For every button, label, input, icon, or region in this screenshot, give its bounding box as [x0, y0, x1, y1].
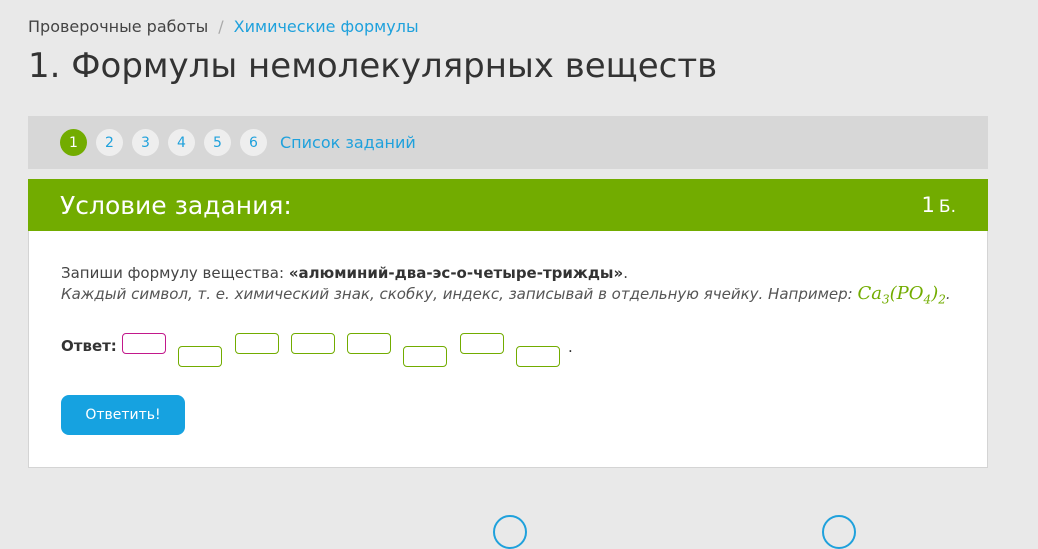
task-points-unit: Б. — [938, 197, 956, 217]
hint-text: Каждый символ, т. е. химический знак, ск… — [61, 285, 858, 303]
circle-icon-left[interactable] — [493, 515, 527, 549]
task-number-3[interactable]: 3 — [132, 129, 159, 156]
submit-answer-button[interactable]: Ответить! — [61, 395, 185, 435]
instruction-suffix: . — [623, 264, 628, 282]
formula-open-paren: ( — [889, 283, 897, 304]
instruction-prefix: Запиши формулу вещества: — [61, 264, 289, 282]
task-points: 1 Б. — [922, 193, 956, 217]
circle-icon-right[interactable] — [822, 515, 856, 549]
answer-cell-6-subscript[interactable] — [403, 346, 447, 367]
answer-cell-5[interactable] — [347, 333, 391, 354]
answer-cell-1[interactable] — [122, 333, 166, 354]
task-body: Запиши формулу вещества: «алюминий-два-э… — [29, 231, 987, 311]
answer-cell-7[interactable] — [460, 333, 504, 354]
answer-end-period: . — [568, 338, 573, 356]
task-card: Условие задания: 1 Б. Запиши формулу веще… — [28, 179, 988, 468]
task-number-2[interactable]: 2 — [96, 129, 123, 156]
answer-label: Ответ: — [61, 337, 117, 355]
answer-cell-2-subscript[interactable] — [178, 346, 222, 367]
task-number-6[interactable]: 6 — [240, 129, 267, 156]
task-list-link[interactable]: Список заданий — [280, 133, 416, 152]
task-header: Условие задания: 1 Б. — [28, 179, 988, 231]
answer-cell-3[interactable] — [235, 333, 279, 354]
hint-end: . — [945, 285, 951, 303]
example-formula: Ca3(PO4)2 — [857, 283, 946, 307]
breadcrumb-current-link[interactable]: Химические формулы — [234, 17, 419, 36]
breadcrumb-separator: / — [218, 17, 224, 36]
task-instruction: Запиши формулу вещества: «алюминий-два-э… — [61, 263, 955, 283]
breadcrumb: Проверочные работы / Химические формулы — [28, 17, 419, 37]
substance-name: «алюминий-два-эс-о-четыре-трижды» — [288, 264, 624, 282]
breadcrumb-parent-link[interactable]: Проверочные работы — [28, 17, 208, 36]
answer-cell-4[interactable] — [291, 333, 335, 354]
task-number-5[interactable]: 5 — [204, 129, 231, 156]
task-points-value: 1 — [921, 193, 935, 217]
task-number-1[interactable]: 1 — [60, 129, 87, 156]
answer-row: Ответ: . — [61, 332, 761, 372]
task-header-title: Условие задания: — [60, 190, 292, 220]
formula-sub-3: 2 — [938, 292, 946, 307]
task-hint: Каждый символ, т. е. химический знак, ск… — [61, 283, 955, 311]
answer-cell-8-subscript[interactable] — [516, 346, 560, 367]
formula-ca: Ca — [857, 283, 882, 304]
formula-po: PO — [896, 283, 924, 304]
formula-sub-1: 3 — [882, 292, 890, 307]
task-number-4[interactable]: 4 — [168, 129, 195, 156]
page-title: 1. Формулы немолекулярных веществ — [28, 46, 718, 86]
task-number-nav: 1 2 3 4 5 6 Список заданий — [28, 116, 988, 169]
